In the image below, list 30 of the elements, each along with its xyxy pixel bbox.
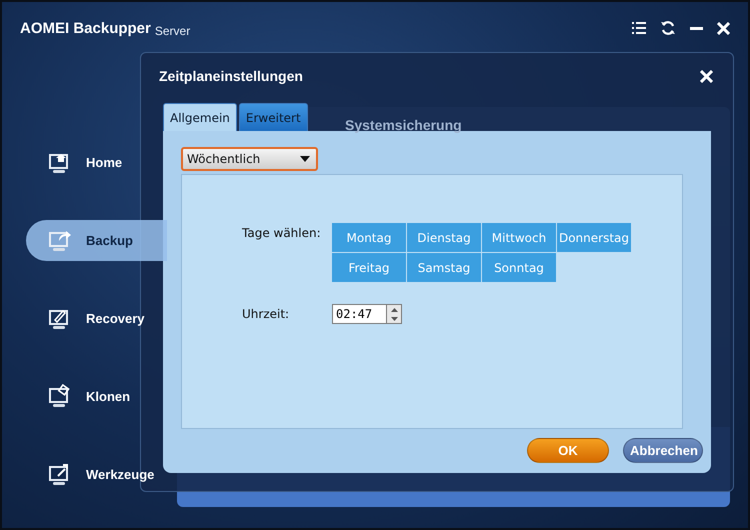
- tab[interactable]: Allgemein: [163, 103, 237, 131]
- close-icon[interactable]: [717, 22, 730, 34]
- dialog-title: Zeitplaneinstellungen: [159, 68, 303, 84]
- days-label: Tage wählen:: [242, 225, 322, 242]
- day-button[interactable]: Montag: [332, 223, 406, 252]
- sidebar-item[interactable]: Klonen: [26, 376, 167, 417]
- app-title: AOMEI Backupper: [20, 20, 151, 36]
- day-button[interactable]: Dienstag: [407, 223, 481, 252]
- day-button[interactable]: Donnerstag: [557, 223, 631, 252]
- day-button[interactable]: Freitag: [332, 253, 406, 282]
- day-button[interactable]: Sonntag: [482, 253, 556, 282]
- app-edition: Server: [154, 24, 190, 38]
- panel-heading: Systemsicherung: [345, 117, 462, 133]
- sidebar-item[interactable]: Werkzeuge: [26, 454, 167, 495]
- cancel-button[interactable]: Abbrechen: [623, 438, 703, 463]
- sidebar-item[interactable]: Backup: [26, 220, 167, 261]
- day-button[interactable]: Samstag: [407, 253, 481, 282]
- close-icon[interactable]: [700, 70, 713, 82]
- sidebar-item[interactable]: Recovery: [26, 298, 167, 339]
- time-field[interactable]: 02:47: [332, 304, 386, 324]
- minimize-icon[interactable]: [690, 26, 703, 30]
- caret-icon: [300, 156, 310, 162]
- menu-icon[interactable]: [632, 22, 646, 34]
- refresh-icon[interactable]: [660, 20, 676, 36]
- tab[interactable]: Erweitert: [238, 103, 308, 131]
- ok-button[interactable]: OK: [527, 438, 609, 463]
- sidebar-item[interactable]: Home: [26, 142, 167, 183]
- frequency-dropdown[interactable]: Wöchentlich: [181, 147, 318, 171]
- day-button[interactable]: Mittwoch: [482, 223, 556, 252]
- time-label: Uhrzeit:: [242, 306, 290, 323]
